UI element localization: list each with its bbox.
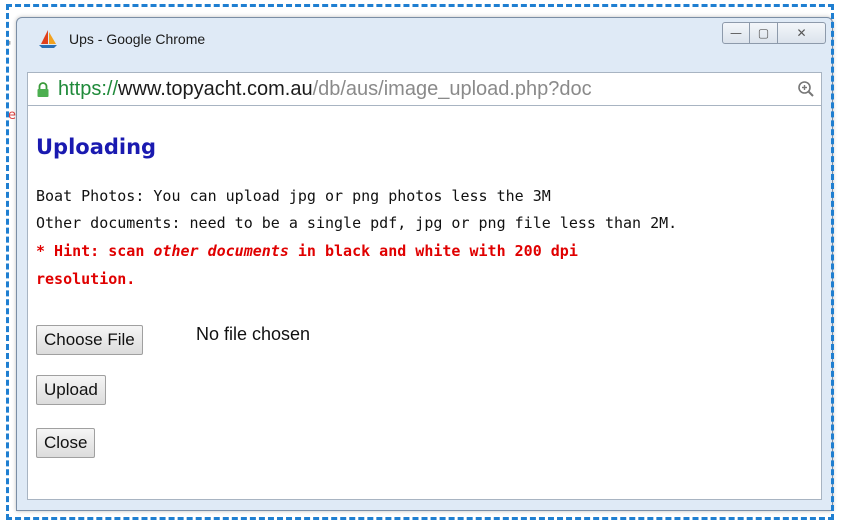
address-bar[interactable]: https://www.topyacht.com.au/db/aus/image… bbox=[27, 72, 822, 106]
url-scheme: https:// bbox=[58, 78, 119, 100]
url-text: https://www.topyacht.com.au/db/aus/image… bbox=[58, 78, 592, 101]
choose-file-button[interactable]: Choose File bbox=[36, 325, 143, 355]
minimize-button[interactable]: — bbox=[722, 22, 750, 44]
popup-window: Ups - Google Chrome — ▢ ✕ https://www.to… bbox=[16, 17, 833, 511]
hint-prefix: * Hint: scan bbox=[36, 242, 154, 260]
title-bar[interactable]: Ups - Google Chrome — ▢ ✕ bbox=[17, 18, 832, 58]
hint-emphasis: other documents bbox=[153, 242, 289, 260]
sailboat-icon bbox=[39, 30, 57, 48]
close-icon: ✕ bbox=[796, 26, 807, 40]
window-controls: — ▢ ✕ bbox=[722, 22, 826, 44]
close-button[interactable]: Close bbox=[36, 428, 96, 458]
page-title: Uploading bbox=[36, 135, 157, 159]
background-page-fragment: e bbox=[8, 108, 16, 123]
other-documents-info: Other documents: need to be a single pdf… bbox=[36, 214, 678, 232]
minimize-icon: — bbox=[730, 26, 742, 40]
page-content: Uploading Boat Photos: You can upload jp… bbox=[27, 106, 822, 500]
window-title: Ups - Google Chrome bbox=[69, 31, 206, 47]
maximize-button[interactable]: ▢ bbox=[750, 22, 778, 44]
hint-text-line2: resolution. bbox=[36, 270, 136, 288]
upload-button[interactable]: Upload bbox=[36, 375, 106, 405]
hint-text: * Hint: scan other documents in black an… bbox=[36, 242, 578, 260]
maximize-icon: ▢ bbox=[757, 26, 770, 40]
url-path: /db/aus/image_upload.php?doc bbox=[312, 78, 592, 100]
file-status: No file chosen bbox=[196, 324, 311, 344]
close-window-button[interactable]: ✕ bbox=[778, 22, 826, 44]
boat-photos-info: Boat Photos: You can upload jpg or png p… bbox=[36, 187, 551, 205]
hint-suffix: in black and white with 200 dpi bbox=[288, 242, 578, 260]
background-page-fragment: ' bbox=[8, 40, 12, 55]
url-domain: www.topyacht.com.au bbox=[118, 78, 313, 100]
zoom-icon[interactable] bbox=[797, 80, 815, 98]
lock-icon bbox=[37, 82, 49, 97]
